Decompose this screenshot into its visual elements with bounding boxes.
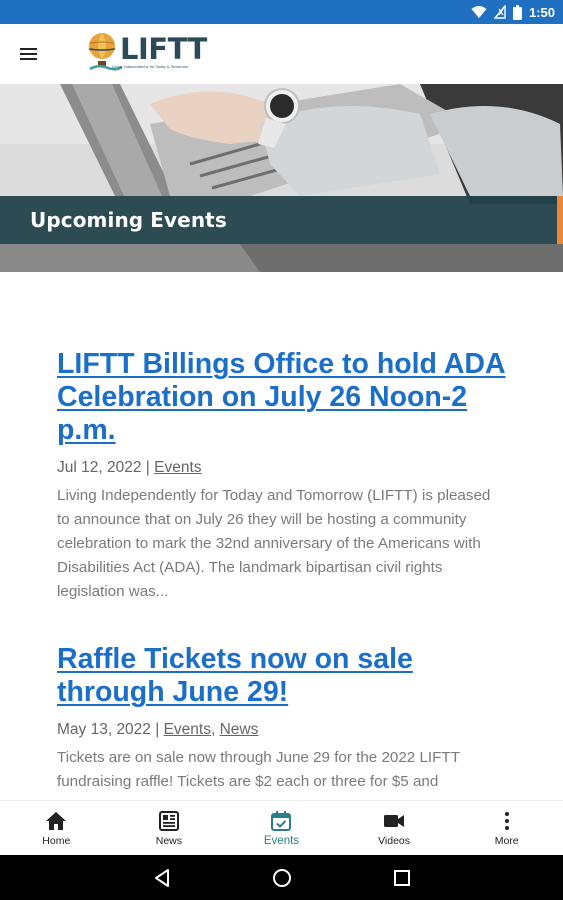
post-excerpt: Living Independently for Today and Tomor…	[57, 487, 491, 600]
nav-label-more: More	[494, 835, 519, 847]
liftt-logo[interactable]: LIFTT Living Independently for Today & T…	[86, 31, 207, 77]
status-time: 1:50	[528, 4, 555, 20]
meta-separator: |	[150, 721, 164, 738]
hero-banner: Upcoming Events	[0, 84, 563, 272]
post-title-link[interactable]: Raffle Tickets now on sale through June …	[57, 643, 507, 709]
nav-item-events[interactable]: Events	[225, 801, 338, 855]
system-home-button[interactable]	[270, 866, 294, 890]
nav-label-home: Home	[42, 835, 71, 847]
post-meta: May 13, 2022 | Events, News	[57, 721, 507, 739]
nav-item-videos[interactable]: Videos	[338, 801, 451, 855]
events-list[interactable]: LIFTT Billings Office to hold ADA Celebr…	[0, 272, 563, 800]
category-link-events[interactable]: Events	[154, 459, 201, 476]
nav-item-more[interactable]: More	[450, 801, 563, 855]
page-title: Upcoming Events	[30, 208, 227, 232]
home-circle-icon	[273, 869, 291, 887]
nav-item-news[interactable]: News	[113, 801, 226, 855]
recents-icon	[394, 870, 410, 886]
system-back-button[interactable]	[150, 866, 174, 890]
hamburger-menu-button[interactable]	[16, 42, 42, 66]
home-icon	[46, 812, 67, 830]
status-icons: 1:50	[471, 3, 555, 21]
newspaper-icon	[158, 811, 179, 831]
more-vertical-icon	[504, 812, 509, 830]
app-header: LIFTT Living Independently for Today & T…	[0, 24, 563, 84]
post-date: May 13, 2022	[57, 721, 151, 738]
post-title-link[interactable]: LIFTT Billings Office to hold ADA Celebr…	[57, 348, 507, 447]
back-icon	[155, 869, 169, 887]
meta-separator: |	[141, 459, 155, 476]
battery-icon	[512, 4, 522, 20]
status-bar: 1:50	[0, 0, 563, 24]
nav-label-news: News	[155, 835, 183, 847]
bottom-navigation: Home News Events Videos More	[0, 800, 563, 855]
system-recents-button[interactable]	[390, 866, 414, 890]
logo-tagline: Living Independently for Today & Tomorro…	[112, 65, 188, 69]
nav-label-videos: Videos	[378, 835, 411, 847]
post-date: Jul 12, 2022	[57, 459, 142, 476]
category-separator: ,	[210, 721, 220, 738]
post-meta: Jul 12, 2022 | Events	[57, 459, 507, 477]
category-link-events[interactable]: Events	[164, 721, 211, 738]
hamburger-menu-icon	[20, 48, 37, 60]
video-camera-icon	[384, 815, 405, 827]
signal-icon	[493, 5, 506, 19]
system-navigation-bar	[0, 855, 563, 900]
nav-label-events: Events	[263, 835, 300, 847]
event-post: LIFTT Billings Office to hold ADA Celebr…	[57, 348, 507, 604]
category-link-news[interactable]: News	[220, 721, 259, 738]
calendar-check-icon	[271, 811, 292, 831]
event-post: Raffle Tickets now on sale through June …	[57, 643, 507, 794]
hero-accent-bar	[557, 196, 563, 244]
nav-item-home[interactable]: Home	[0, 801, 113, 855]
logo-wordmark: LIFTT	[120, 32, 207, 66]
post-excerpt: Tickets are on sale now through June 29 …	[57, 749, 460, 790]
wifi-icon	[471, 6, 487, 18]
